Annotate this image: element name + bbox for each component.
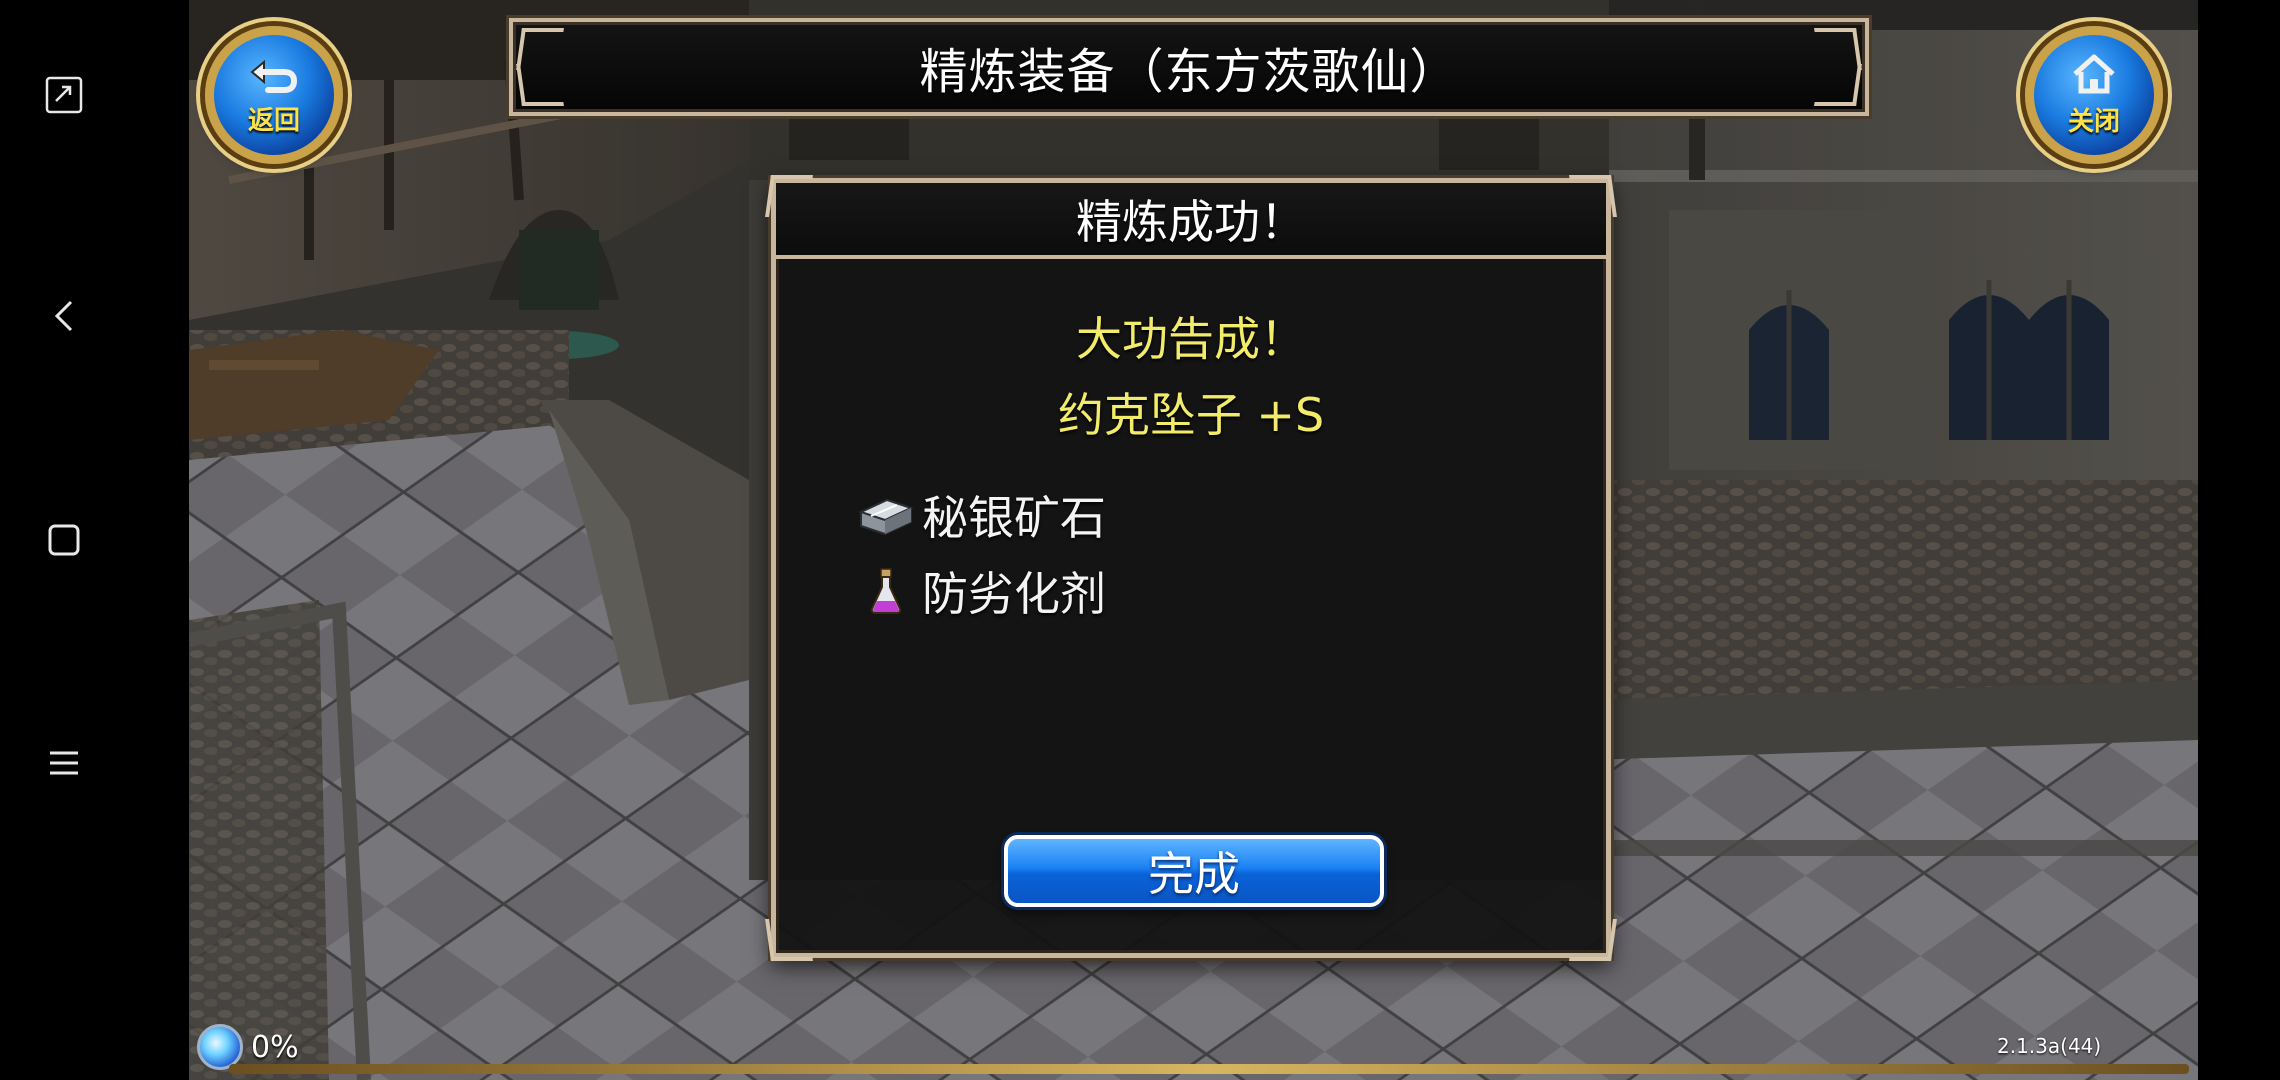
done-button-label: 完成 [1148, 847, 1240, 901]
version-label: 2.1.3a(44) [1997, 1034, 2102, 1058]
corner-ornament [516, 64, 564, 106]
dialog-header: 精炼成功！ [776, 183, 1606, 259]
loading-percent: 0% [251, 1030, 299, 1065]
material-item: 秘银矿石 [856, 485, 1106, 545]
material-item: 防劣化剂 [856, 561, 1106, 621]
window-title-bar: 精炼装备（东方茨歌仙） [509, 18, 1869, 116]
back-button[interactable]: 返回 [205, 26, 343, 164]
done-button[interactable]: 完成 [1004, 835, 1384, 907]
menu-icon[interactable] [34, 733, 94, 793]
home-icon [2071, 53, 2117, 99]
system-navigation-bar [0, 0, 189, 1080]
game-viewport: 精炼装备（东方茨歌仙） 返回 关闭 精炼成功！ 大功告成！ 约克坠子 +S 秘银… [189, 0, 2198, 1080]
recent-apps-icon[interactable] [34, 510, 94, 570]
fullscreen-icon[interactable] [34, 65, 94, 125]
close-button-label: 关闭 [2067, 106, 2120, 137]
corner-ornament [1814, 64, 1862, 106]
dialog-title: 精炼成功！ [1076, 195, 1306, 249]
potion-icon [856, 563, 916, 619]
back-icon[interactable] [34, 286, 94, 346]
material-name: 防劣化剂 [922, 567, 1106, 621]
corner-ornament [765, 919, 813, 961]
result-message: 大功告成！ [1076, 312, 1306, 366]
silver-ore-icon [856, 487, 916, 543]
refine-result-dialog: 精炼成功！ 大功告成！ 约克坠子 +S 秘银矿石 防劣化剂 完成 [765, 175, 1617, 961]
corner-ornament [1569, 919, 1617, 961]
bottom-frame-bar [229, 1064, 2189, 1074]
material-name: 秘银矿石 [922, 491, 1106, 545]
screen: 精炼装备（东方茨歌仙） 返回 关闭 精炼成功！ 大功告成！ 约克坠子 +S 秘银… [0, 0, 2280, 1080]
back-arrow-icon [248, 54, 300, 98]
result-item-name: 约克坠子 +S [1057, 388, 1325, 442]
page-title: 精炼装备（东方茨歌仙） [919, 44, 1459, 100]
back-button-label: 返回 [247, 105, 300, 136]
close-button[interactable]: 关闭 [2025, 26, 2163, 164]
